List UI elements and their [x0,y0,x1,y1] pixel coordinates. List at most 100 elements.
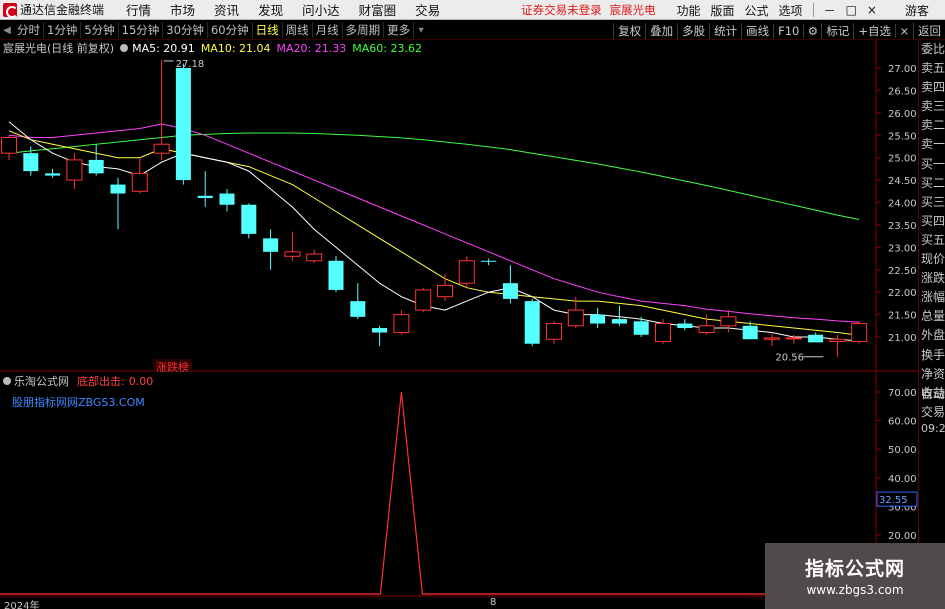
period-weekly[interactable]: 周线 [283,22,313,38]
candle-body [23,153,39,172]
side-row-sell1[interactable]: 卖一 [919,135,945,154]
stats-button[interactable]: 统计 [709,22,741,39]
auto-trade-button[interactable]: 自动 交易 [919,385,945,421]
menu-hangqing[interactable]: 行情 [126,0,151,19]
side-row-buy3[interactable]: 买三 [919,193,945,212]
indicator-settings-icon[interactable] [3,377,11,385]
chart-stock-title: 宸展光电(日线 前复权) [3,42,115,55]
period-more[interactable]: 更多 [384,22,415,38]
side-row-sell2[interactable]: 卖二 [919,116,945,135]
toolbar-left-arrow-icon[interactable]: ◀ [0,25,14,36]
candle-body [764,337,780,340]
side-row-weibi[interactable]: 委比 [919,40,945,59]
price-tick-label: 26.00 [888,109,917,120]
period-1min[interactable]: 1分钟 [44,22,82,38]
price-tick-label: 27.00 [888,64,917,75]
add-watchlist-button[interactable]: +自选 [853,22,895,39]
candle [458,256,475,288]
candle-body [219,193,235,205]
candle-body [785,337,802,340]
legend-ma10: MA10: 21.04 [200,41,271,55]
side-row-buy5[interactable]: 买五 [919,231,945,250]
multi-stock-button[interactable]: 多股 [677,22,709,39]
candle-body [590,314,606,324]
trade-login-warning[interactable]: 证券交易未登录 [521,2,602,18]
menu-gongshi[interactable]: 公式 [745,2,769,19]
menu-faxian[interactable]: 发现 [258,0,283,19]
candle-body [524,301,540,344]
period-monthly[interactable]: 月线 [313,22,343,38]
side-row-change[interactable]: 涨跌 [919,269,945,288]
period-daily[interactable]: 日线 [253,22,283,38]
period-60min[interactable]: 60分钟 [208,22,253,38]
menu-jiaoyi[interactable]: 交易 [415,0,440,19]
period-toolbar: ◀ 分时 1分钟 5分钟 15分钟 30分钟 60分钟 日线 周线 月线 多周期… [0,21,945,40]
menu-wenxiaoda[interactable]: 问小达 [302,0,340,19]
brand-url: www.zbgs3.com [806,583,904,597]
side-row-change-pct[interactable]: 涨幅 [919,288,945,307]
guest-user[interactable]: 游客 [905,2,929,19]
x-axis-month-label: 8 [490,597,497,608]
menu-gongneng[interactable]: 功能 [677,2,701,19]
menu-caifuquan[interactable]: 财富圈 [359,0,397,19]
candle-body [66,159,83,181]
candle-body [328,260,344,290]
more-dropdown-icon[interactable]: ▾ [414,25,428,36]
side-row-volume[interactable]: 总量 [919,307,945,326]
side-row-sell3[interactable]: 卖三 [919,97,945,116]
side-row-buy2[interactable]: 买二 [919,174,945,193]
candle-body [567,309,584,327]
side-row-turnover[interactable]: 换手 [919,346,945,365]
period-15min[interactable]: 15分钟 [119,22,164,38]
candle [175,63,191,185]
candle-body [481,260,497,262]
overlay-button[interactable]: 叠加 [645,22,677,39]
kline-chart[interactable]: 27.00 26.50 26.00 25.50 25.00 24.50 24.00 23.50… [0,40,918,372]
candle-body [458,260,475,284]
candle-body [45,173,61,176]
candle-body [241,204,257,234]
back-button[interactable]: 返回 [913,22,945,39]
period-5min[interactable]: 5分钟 [81,22,119,38]
menu-banmian[interactable]: 版面 [711,2,735,19]
mark-button[interactable]: 标记 [821,22,853,39]
indicator-signal-label: 底部出击: [77,375,125,388]
period-fenshi[interactable]: 分时 [14,22,44,38]
toolbar-close-icon[interactable]: × [895,23,913,38]
side-row-sell4[interactable]: 卖四 [919,78,945,97]
brand-badge: 指标公式网 www.zbgs3.com [765,543,945,609]
side-row-buy4[interactable]: 买四 [919,212,945,231]
fuquan-button[interactable]: 复权 [613,22,645,39]
price-tick-label: 23.00 [888,243,917,254]
indicator-watermark: 股朋指标网网ZBGS3.COM [12,396,145,409]
candle-body [808,334,824,343]
indicator-tick-label: 50.00 [888,445,917,456]
side-row-price[interactable]: 现价 [919,250,945,269]
auto-trade-label-2: 交易 [921,405,945,419]
side-row-net-asset[interactable]: 净资 [919,365,945,384]
legend-ma20: MA20: 21.33 [276,41,347,55]
menu-xuanxiang[interactable]: 选项 [779,2,803,19]
period-30min[interactable]: 30分钟 [163,22,208,38]
maximize-icon[interactable]: □ [846,3,857,17]
legend-ma60: MA60: 23.62 [352,41,422,55]
side-row-outer[interactable]: 外盘 [919,326,945,345]
side-row-sell5[interactable]: 卖五 [919,59,945,78]
side-row-buy1[interactable]: 买一 [919,155,945,174]
menu-zixun[interactable]: 资讯 [214,0,239,19]
candle-body [611,319,627,324]
close-icon[interactable]: × [867,3,877,17]
price-tick-label: 25.50 [888,131,917,142]
indicator-name: 乐淘公式网 [14,375,69,388]
candle-body [110,184,126,194]
gear-icon[interactable]: ⚙ [803,23,821,38]
candle-body [153,143,170,154]
chart-background [0,40,918,372]
minimize-icon[interactable]: － [824,2,836,19]
draw-line-button[interactable]: 画线 [741,22,773,39]
chart-legend: 宸展光电(日线 前复权) MA5: 20.91 MA10: 21.04 MA20… [0,41,428,56]
f10-button[interactable]: F10 [773,23,803,38]
legend-settings-icon[interactable] [120,44,129,52]
menu-shichang[interactable]: 市场 [170,0,195,19]
period-multi[interactable]: 多周期 [343,22,385,38]
